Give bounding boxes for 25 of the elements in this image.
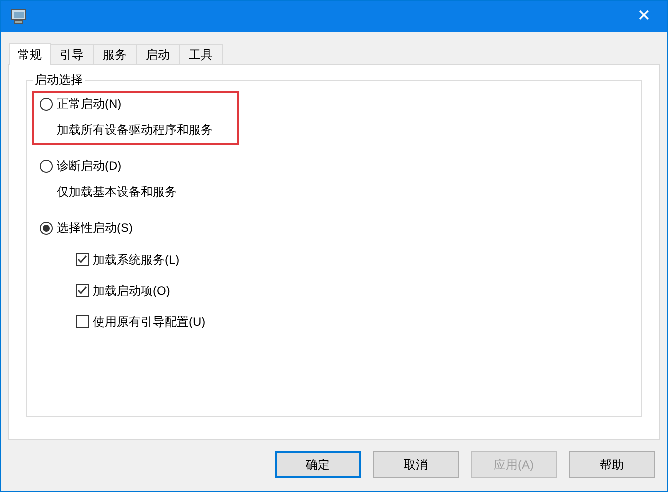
checkbox-label[interactable]: 加载启动项(O) — [93, 282, 170, 300]
checkbox-label[interactable]: 加载系统服务(L) — [93, 250, 180, 268]
tab[interactable]: 启动 — [137, 44, 180, 64]
option-description: 仅加载基本设备和服务 — [56, 184, 178, 201]
tab[interactable]: 引导 — [51, 44, 94, 64]
tab[interactable]: 常规 — [9, 43, 51, 65]
tab[interactable]: 服务 — [94, 44, 137, 64]
checkbox[interactable] — [76, 315, 89, 328]
dialog-button[interactable]: 帮助 — [569, 451, 655, 478]
dialog-button[interactable]: 确定 — [275, 451, 361, 478]
radio-label[interactable]: 正常启动(N) — [57, 95, 122, 113]
group-title: 启动选择 — [33, 72, 85, 88]
tab[interactable]: 工具 — [180, 44, 223, 64]
computer-icon — [11, 8, 27, 24]
radio-label[interactable]: 选择性启动(S) — [57, 219, 133, 237]
checkbox[interactable] — [76, 253, 89, 266]
dialog-button[interactable]: 取消 — [373, 451, 459, 478]
radio-button[interactable] — [40, 160, 53, 172]
checkbox-label[interactable]: 使用原有引导配置(U) — [93, 312, 206, 330]
option-description: 加载所有设备驱动程序和服务 — [56, 122, 214, 139]
radio-button[interactable] — [40, 98, 53, 110]
close-button[interactable]: ✕ — [621, 1, 667, 32]
radio-button[interactable] — [40, 222, 53, 234]
checkbox[interactable] — [76, 284, 89, 297]
radio-label[interactable]: 诊断启动(D) — [57, 157, 122, 175]
